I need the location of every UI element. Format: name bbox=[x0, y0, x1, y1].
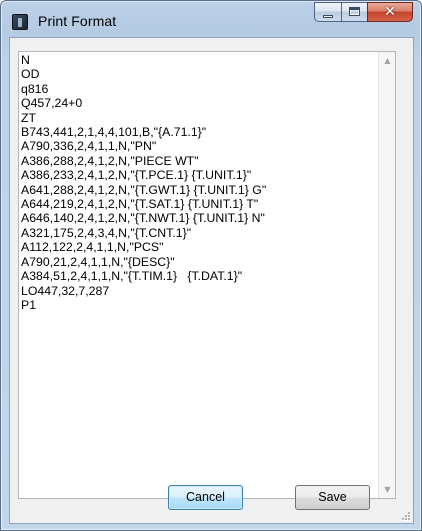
title-bar[interactable]: Print Format ✕ bbox=[1, 1, 421, 37]
scroll-up-icon[interactable]: ▲ bbox=[379, 52, 396, 69]
text-line: A112,122,2,4,1,1,N,"PCS" bbox=[21, 240, 164, 255]
text-line: LO447,32,7,287 bbox=[21, 283, 110, 298]
close-icon: ✕ bbox=[384, 4, 396, 20]
text-line: A646,140,2,4,1,2,N,"{T.NWT.1} {T.UNIT.1}… bbox=[21, 211, 265, 226]
resize-grip-icon[interactable] bbox=[401, 511, 411, 521]
app-icon bbox=[12, 14, 28, 30]
text-line: q816 bbox=[21, 81, 49, 96]
text-line: OD bbox=[21, 67, 40, 82]
print-format-window: Print Format ✕ N OD q816 Q457,24+0 ZT B743,44… bbox=[0, 0, 422, 531]
maximize-button[interactable] bbox=[341, 2, 367, 22]
text-line: N bbox=[21, 53, 30, 67]
minimize-button[interactable] bbox=[314, 2, 341, 22]
print-format-textarea[interactable]: N OD q816 Q457,24+0 ZT B743,441,2,1,4,4,101,B… bbox=[18, 51, 396, 499]
text-line: B743,441,2,1,4,4,101,B,"{A.71.1}" bbox=[21, 125, 207, 140]
text-line: P1 bbox=[21, 297, 37, 312]
text-line: A790,336,2,4,1,1,N,"PN" bbox=[21, 139, 157, 154]
print-format-text[interactable]: N OD q816 Q457,24+0 ZT B743,441,2,1,4,4,101,B… bbox=[21, 53, 376, 493]
maximize-icon bbox=[349, 7, 360, 16]
close-button[interactable]: ✕ bbox=[367, 2, 413, 22]
text-line: A384,51,2,4,1,1,N,"{T.TIM.1} {T.DAT.1}" bbox=[21, 269, 243, 284]
text-line: A321,175,2,4,3,4,N,"{T.CNT.1}" bbox=[21, 225, 192, 240]
text-line: A386,233,2,4,1,2,N,"{T.PCE.1} {T.UNIT.1}… bbox=[21, 168, 252, 183]
dialog-body: N OD q816 Q457,24+0 ZT B743,441,2,1,4,4,101,B… bbox=[9, 37, 414, 524]
text-line: Q457,24+0 bbox=[21, 96, 83, 111]
scroll-down-icon[interactable]: ▼ bbox=[379, 481, 396, 498]
text-line: A644,219,2,4,1,2,N,"{T.SAT.1} {T.UNIT.1}… bbox=[21, 197, 259, 212]
text-line: A641,288,2,4,1,2,N,"{T.GWT.1} {T.UNIT.1}… bbox=[21, 182, 267, 197]
caption-buttons: ✕ bbox=[314, 2, 413, 23]
window-title: Print Format bbox=[38, 13, 117, 29]
save-button[interactable]: Save bbox=[295, 485, 370, 510]
text-line: A790,21,2,4,1,1,N,"{DESC}" bbox=[21, 254, 175, 269]
vertical-scrollbar[interactable]: ▲ ▼ bbox=[378, 52, 395, 498]
text-line: ZT bbox=[21, 110, 37, 125]
minimize-icon bbox=[323, 15, 333, 18]
text-line: A386,288,2,4,1,2,N,"PIECE WT" bbox=[21, 153, 199, 168]
cancel-button[interactable]: Cancel bbox=[168, 485, 243, 510]
